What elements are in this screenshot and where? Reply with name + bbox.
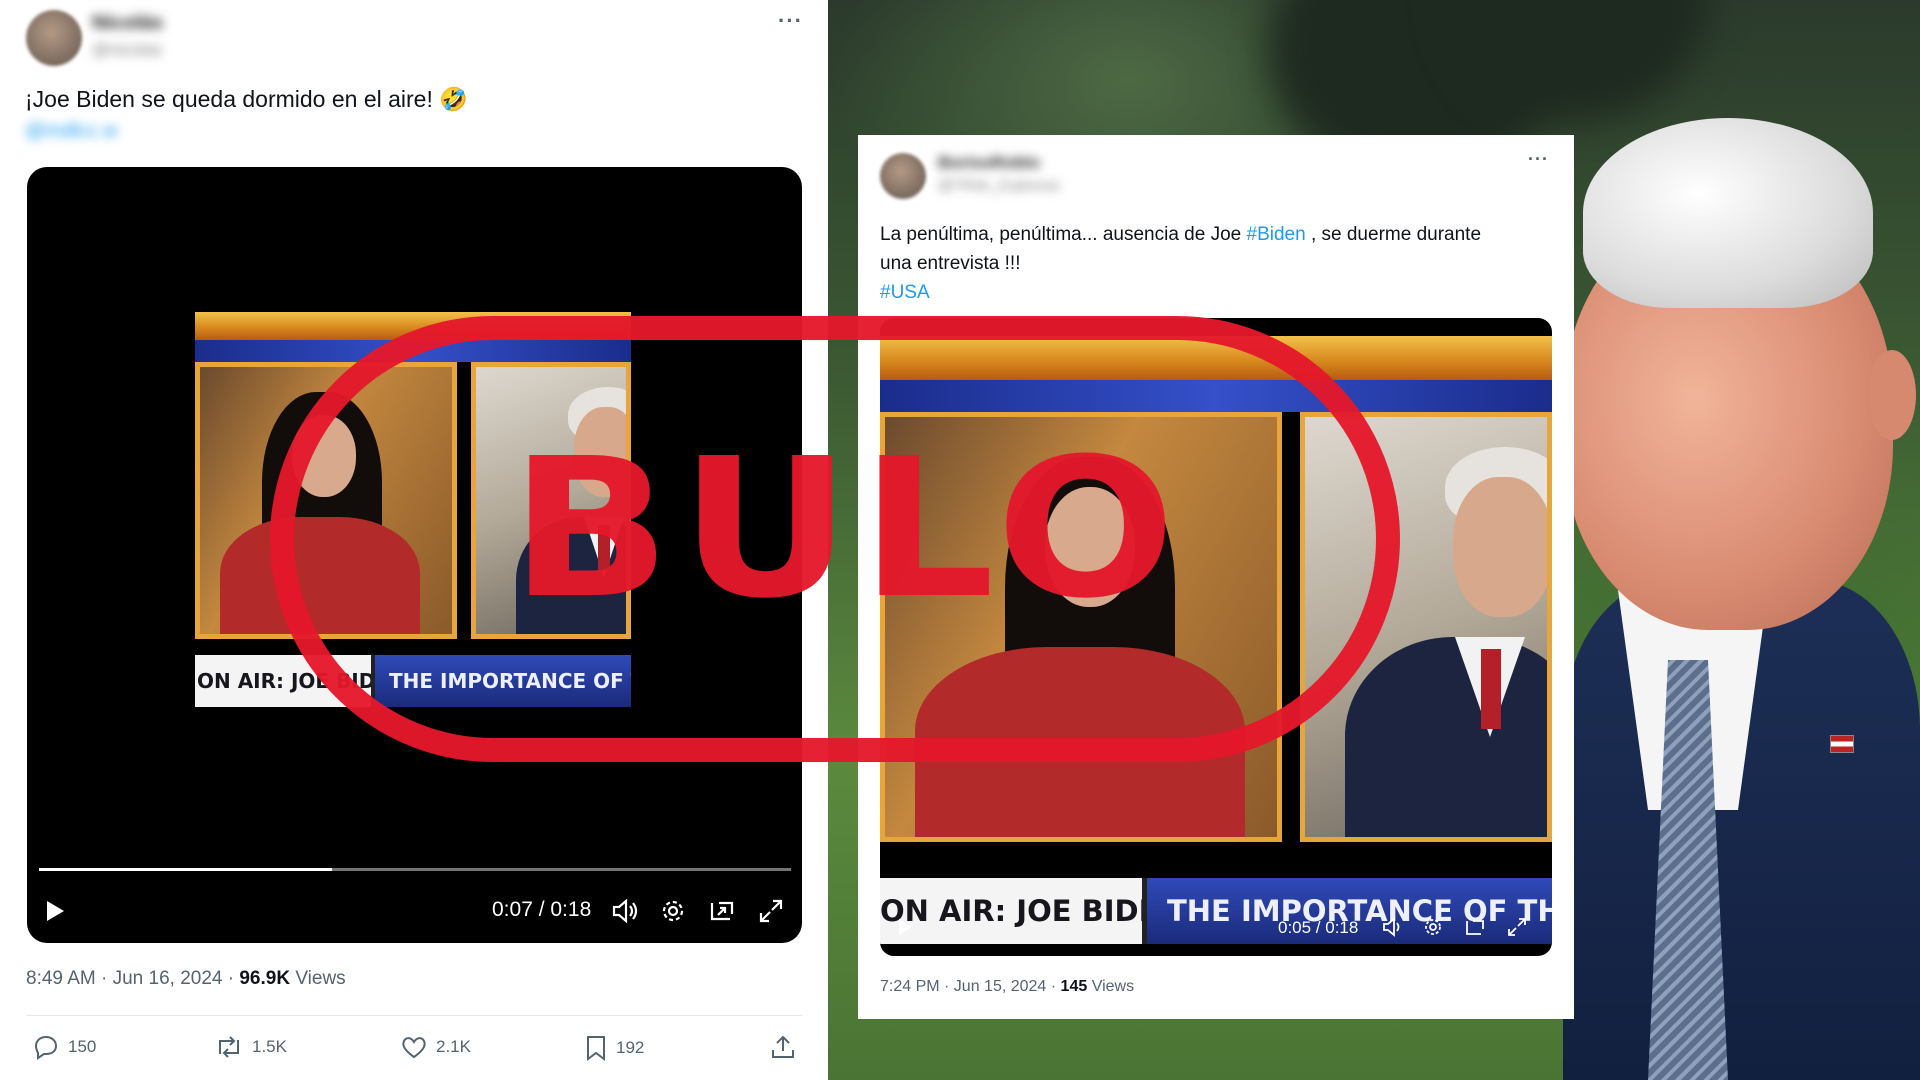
settings-gear-icon[interactable] xyxy=(655,893,691,929)
play-icon[interactable] xyxy=(892,914,918,940)
video-time: 0:07 / 0:18 xyxy=(492,898,592,921)
settings-gear-icon[interactable] xyxy=(1420,914,1446,940)
ticker-on-air-label: ON AIR: JOE BIDEN xyxy=(880,878,1142,944)
fullscreen-icon[interactable] xyxy=(753,893,789,929)
right-tweet-author-handle[interactable]: @TRsb_Zcplunua xyxy=(938,177,1059,194)
right-tweet-meta: 7:24 PM · Jun 15, 2024 · 145 Views xyxy=(880,978,1134,996)
guest-suit xyxy=(1345,637,1547,837)
guest-tie xyxy=(1481,649,1501,729)
left-tweet-views-label: Views xyxy=(290,968,346,989)
right-tweet-text-end: , se duerme durante xyxy=(1305,224,1482,245)
reply-icon xyxy=(34,1035,58,1060)
left-tweet-timestamp[interactable]: 8:49 AM · Jun 16, 2024 · xyxy=(26,968,239,989)
right-tweet-views-label: Views xyxy=(1087,978,1135,995)
right-tweet-views-count: 145 xyxy=(1060,978,1088,995)
laughing-emoji-row: 😂😂😂 xyxy=(323,232,434,270)
volume-icon[interactable] xyxy=(607,893,643,929)
bulo-stamp-text: BULO xyxy=(510,418,1185,641)
right-tweet-text: La penúltima, penúltima... ausencia de J… xyxy=(880,220,1560,307)
video-progress-fill xyxy=(39,868,333,871)
like-button[interactable]: 2.1K xyxy=(400,1034,471,1060)
flag-pin-icon xyxy=(1830,735,1854,753)
left-tweet-more-icon[interactable]: ··· xyxy=(778,8,803,34)
bookmark-button[interactable]: 192 xyxy=(584,1034,644,1062)
right-tweet-author-name[interactable]: BorisoRoblo xyxy=(938,153,1040,173)
fullscreen-icon[interactable] xyxy=(1504,914,1530,940)
left-tweet-avatar[interactable] xyxy=(26,10,82,66)
video-ticker: ON AIR: JOE BIDEN THE IMPORTANCE OF THIS xyxy=(880,878,1552,944)
left-tweet-text: ¡Joe Biden se queda dormido en el aire! … xyxy=(25,86,468,112)
left-tweet-author-name[interactable]: Nicolás xyxy=(92,12,163,35)
heart-icon xyxy=(402,1037,426,1059)
pip-icon[interactable] xyxy=(704,893,740,929)
share-icon xyxy=(772,1035,794,1058)
share-button[interactable] xyxy=(770,1034,796,1060)
biden-ear xyxy=(1868,350,1916,440)
like-count: 2.1K xyxy=(436,1037,471,1056)
right-tweet-timestamp[interactable]: 7:24 PM · Jun 15, 2024 · xyxy=(880,978,1061,995)
right-tweet-text-start: La penúltima, penúltima... ausencia de J… xyxy=(880,224,1247,245)
reply-count: 150 xyxy=(68,1037,97,1056)
repost-count: 1.5K xyxy=(252,1037,287,1056)
bookmark-count: 192 xyxy=(616,1038,645,1057)
hashtag-usa-link[interactable]: #USA xyxy=(880,282,930,303)
pip-icon[interactable] xyxy=(1462,914,1488,940)
left-tweet-author-handle[interactable]: @nicolas xyxy=(92,40,162,60)
play-icon[interactable] xyxy=(37,893,73,929)
bookmark-icon xyxy=(587,1036,605,1061)
repost-icon xyxy=(219,1036,239,1058)
left-tweet-views-count: 96.9K xyxy=(239,968,291,989)
right-tweet-text-line2: una entrevista !!! xyxy=(880,253,1021,274)
left-tweet-meta: 8:49 AM · Jun 16, 2024 · 96.9K Views xyxy=(26,968,346,990)
hashtag-biden-link[interactable]: #Biden xyxy=(1247,224,1306,245)
volume-icon[interactable] xyxy=(1380,914,1406,940)
repost-button[interactable]: 1.5K xyxy=(214,1034,287,1060)
right-tweet-more-icon[interactable]: ··· xyxy=(1528,149,1549,170)
left-tweet-divider xyxy=(26,1015,802,1016)
left-tweet-link[interactable]: @mdlcc.w xyxy=(25,120,118,143)
right-tweet-avatar[interactable] xyxy=(880,153,926,199)
reply-button[interactable]: 150 xyxy=(32,1034,96,1060)
guest-face xyxy=(1453,477,1547,617)
biden-hair xyxy=(1583,118,1873,308)
video-time: 0:05 / 0:18 xyxy=(1278,918,1359,937)
